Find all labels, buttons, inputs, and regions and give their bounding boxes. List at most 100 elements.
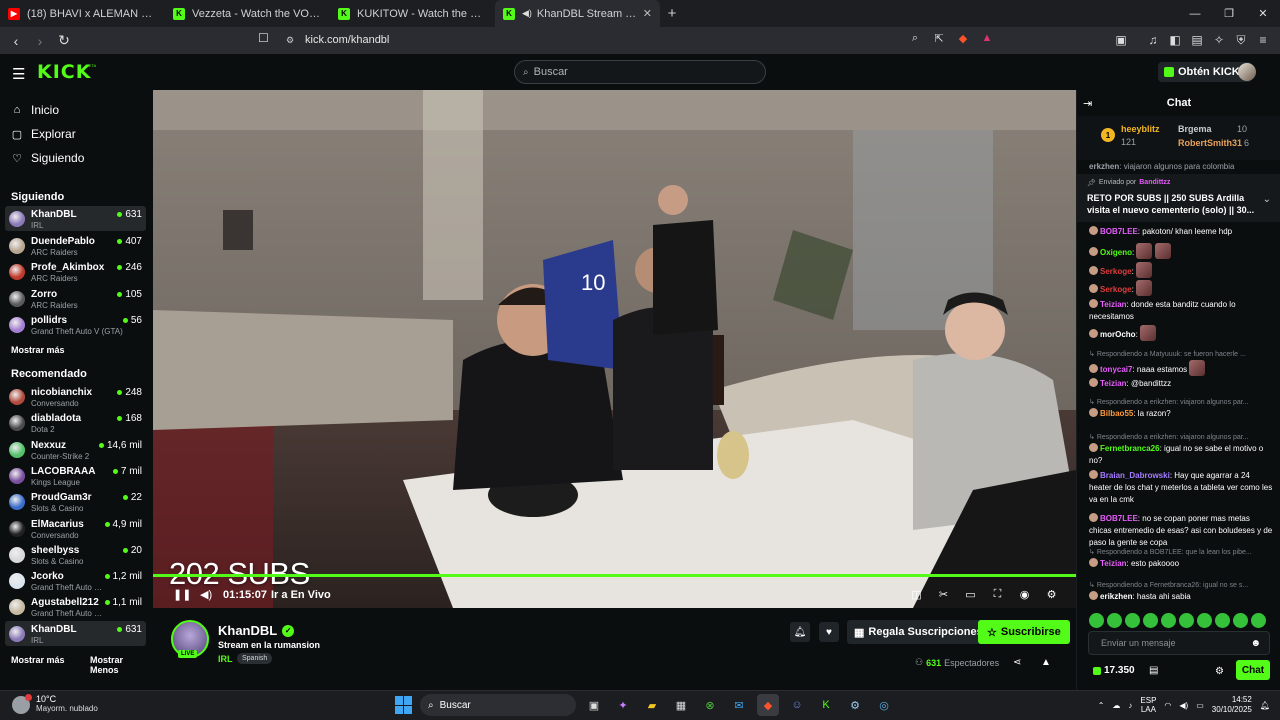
network-app-icon[interactable]: ◎ [873, 694, 895, 716]
emote-icon[interactable] [1197, 613, 1212, 628]
miniplayer-icon[interactable]: ◫ [908, 586, 925, 602]
sidebar-channel-elmacarius[interactable]: ElMacarius Conversando 4,9 mil [5, 516, 146, 541]
chat-username[interactable]: Oxigeno [1100, 248, 1132, 257]
sidebar-channel-lacobraaa[interactable]: LACOBRAAA Kings League 7 mil [5, 463, 146, 488]
reload-icon[interactable]: ↻ [54, 31, 74, 51]
chat-username[interactable]: morOcho [1100, 330, 1136, 339]
emote-icon[interactable] [1233, 613, 1248, 628]
kick-app-icon[interactable]: K [815, 694, 837, 716]
media-icon[interactable]: ♫ [1144, 30, 1162, 50]
mail-icon[interactable]: ✉ [728, 694, 750, 716]
expand-pinned-icon[interactable]: ⌄ [1263, 194, 1271, 205]
chat-username[interactable]: BOB7LEE [1100, 514, 1138, 523]
pinned-message[interactable]: 📌︎ Enviado por Bandittzz RETO POR SUBS |… [1077, 174, 1280, 222]
brave-shield-icon[interactable]: ◆ [954, 29, 972, 47]
theater-mode-icon[interactable]: ▭ [962, 586, 979, 602]
cloud-icon[interactable]: ☁ [1112, 701, 1120, 710]
sidebar-channel-khandbl[interactable]: KhanDBL IRL 631 [5, 620, 146, 646]
sidebar-channel-nicobianchix[interactable]: nicobianchix Conversando 248 [5, 384, 146, 409]
emote-icon[interactable] [1179, 613, 1194, 628]
windows-start-icon[interactable] [395, 696, 413, 714]
chat-username[interactable]: Bilbao55 [1100, 409, 1133, 418]
chat-settings-icon[interactable]: ⚙ [1215, 666, 1224, 677]
restore-icon[interactable]: ❐ [1212, 0, 1246, 27]
browser-tab-youtube[interactable]: ▶ (18) BHAVI x ALEMAN x NEO PISTEA [0, 0, 165, 27]
sidebar-channel-diabladota[interactable]: diabladota Dota 2 168 [5, 410, 146, 435]
chat-username[interactable]: erkzhen [1089, 162, 1119, 171]
chat-username[interactable]: Fernetbranca26 [1100, 444, 1160, 453]
sidebar-channel-pollidrs[interactable]: pollidrs Grand Theft Auto V (GTA) 56 [5, 312, 146, 337]
leo-ai-icon[interactable]: ✧ [1210, 30, 1228, 50]
sidebar-channel-proudgam3r[interactable]: ProudGam3r Slots & Casino 22 [5, 489, 146, 514]
brave-rewards-icon[interactable]: ▲ [978, 29, 996, 47]
store-icon[interactable]: ▦ [670, 694, 692, 716]
chat-username[interactable]: Braian_Dabrowski [1100, 471, 1170, 480]
follow-button[interactable]: ♥ [819, 622, 839, 642]
show-more-following[interactable]: Mostrar más [11, 345, 65, 355]
url-text[interactable]: kick.com/khandbl [305, 34, 389, 46]
emote-icon[interactable] [1107, 613, 1122, 628]
clip-icon[interactable]: ✂ [935, 586, 952, 602]
sidebar-channel-agustabell212[interactable]: Agustabell212 Grand Theft Auto V... 1,1 mi… [5, 594, 146, 619]
chat-username[interactable]: Teizian [1100, 379, 1127, 388]
sidebar-channel-jcorko[interactable]: Jcorko Grand Theft Auto V... 1,2 mil [5, 568, 146, 593]
vpn-icon[interactable]: ⛨ [1232, 30, 1250, 50]
address-bar[interactable]: ⚙ kick.com/khandbl [254, 29, 996, 51]
chat-username[interactable]: Serkoge [1100, 285, 1132, 294]
nav-explore[interactable]: ▢ Explorar [11, 127, 76, 141]
sidebar-channel-sheelbyss[interactable]: sheelbyss Slots & Casino 20 [5, 542, 146, 567]
chat-send-button[interactable]: Chat [1236, 660, 1270, 680]
task-view-icon[interactable]: ▣ [583, 694, 605, 716]
chat-username[interactable]: Teizian [1100, 300, 1127, 309]
volume-icon[interactable]: ◀) [200, 588, 212, 601]
show-less-recommended[interactable]: Mostrar Menos [90, 655, 153, 675]
site-info-icon[interactable]: ⚙ [286, 35, 294, 46]
wallet-icon[interactable]: ▤ [1188, 30, 1206, 50]
tray-overflow-icon[interactable]: ⌃ [1098, 701, 1105, 710]
chat-emote-icon[interactable] [1140, 325, 1157, 341]
kick-logo[interactable]: KICK [37, 61, 91, 83]
chat-emote-icon[interactable] [1136, 243, 1153, 259]
back-icon[interactable]: ‹ [6, 31, 26, 51]
sidebar-channel-nexxuz[interactable]: Nexxuz Counter-Strike 2 14,6 mil [5, 437, 146, 462]
browser-tab-vezzeta[interactable]: K Vezzeta - Watch the VOD on Kick [165, 0, 330, 27]
discord-icon[interactable]: ☺ [786, 694, 808, 716]
playback-speed-icon[interactable]: ◉ [1016, 586, 1033, 602]
minimize-icon[interactable]: — [1178, 0, 1212, 27]
emoji-picker-icon[interactable]: ☻ [1250, 638, 1261, 649]
sidebar-icon[interactable]: ◧ [1166, 30, 1184, 50]
user-avatar[interactable] [1238, 63, 1256, 81]
chat-emote-icon[interactable] [1136, 280, 1153, 296]
emote-icon[interactable] [1125, 613, 1140, 628]
sidebar-channel-khandbl[interactable]: KhanDBL IRL 631 [5, 206, 146, 231]
share-icon[interactable]: ⇱ [930, 29, 948, 47]
browser-tab-khandbl[interactable]: K ◀) KhanDBL Stream - Watch Live o ✕ [495, 0, 660, 27]
chat-emote-icon[interactable] [1189, 360, 1206, 376]
chat-username[interactable]: Serkoge [1100, 267, 1132, 276]
chat-username[interactable]: tonycai7 [1100, 365, 1132, 374]
emote-icon[interactable] [1251, 613, 1266, 628]
pause-icon[interactable]: ❚❚ [173, 588, 191, 601]
notifications-icon[interactable]: 🔔︎ [1260, 701, 1270, 710]
file-explorer-icon[interactable]: ▰ [641, 694, 663, 716]
clock[interactable]: 14:52 30/10/2025 [1212, 695, 1252, 715]
copilot-icon[interactable]: ✦ [612, 694, 634, 716]
share-icon[interactable]: ⋖ [1013, 657, 1021, 668]
kicks-balance[interactable]: 17.350 [1093, 665, 1135, 676]
zoom-icon[interactable]: ⌕ [906, 29, 924, 47]
new-tab-button[interactable]: + [660, 0, 684, 27]
gift-leaderboard[interactable]: 1 heeyblitz 121 Brgema 10 RobertSmith31 … [1077, 116, 1280, 160]
microphone-icon[interactable]: ♪ [1128, 701, 1132, 710]
hamburger-menu-icon[interactable]: ☰ [12, 65, 25, 83]
menu-icon[interactable]: ≡ [1254, 30, 1272, 50]
forward-icon[interactable]: › [30, 31, 50, 51]
chat-username[interactable]: BOB7LEE [1100, 227, 1138, 236]
chat-emote-icon[interactable] [1136, 262, 1153, 278]
nav-home[interactable]: ⌂ Inicio [11, 103, 59, 117]
go-live-button[interactable]: Ir a En Vivo [271, 589, 331, 601]
notifications-button[interactable]: 🔔︎ [790, 622, 810, 642]
fullscreen-icon[interactable]: ⛶ [989, 586, 1006, 602]
language-indicator[interactable]: ESP LAA [1140, 696, 1156, 714]
steam-icon[interactable]: ⚙ [844, 694, 866, 716]
show-more-recommended[interactable]: Mostrar más [11, 655, 65, 665]
